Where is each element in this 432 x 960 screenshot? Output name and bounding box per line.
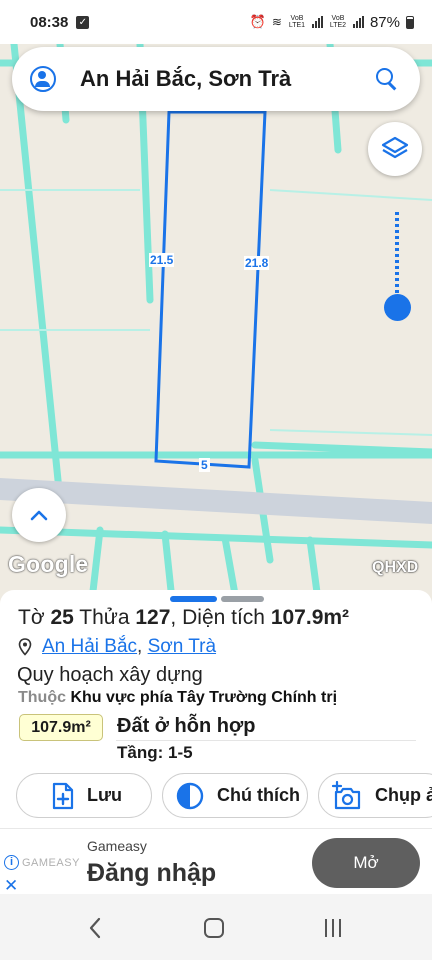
ad-brand-logo: GAMEASY bbox=[22, 857, 80, 869]
back-icon[interactable] bbox=[88, 917, 102, 939]
zoom-slider[interactable] bbox=[384, 212, 411, 324]
status-icons: ⏰ ≋ VoB LTE1 VoB LTE2 87% bbox=[250, 14, 414, 31]
network-label-1: VoB LTE1 bbox=[288, 15, 306, 29]
floor-range: Tầng: 1-5 bbox=[117, 743, 193, 762]
chevron-up-icon bbox=[30, 510, 48, 521]
signal-icon bbox=[352, 16, 364, 28]
land-use-type: Đất ở hỗn hợp bbox=[117, 715, 256, 737]
sheet-number: 25 bbox=[50, 606, 74, 629]
signal-icon bbox=[311, 16, 323, 28]
planning-title: Quy hoạch xây dựng bbox=[17, 664, 203, 686]
ad-close-icon[interactable]: ✕ bbox=[4, 876, 18, 896]
search-query[interactable]: An Hải Bắc, Sơn Trà bbox=[80, 66, 376, 92]
layers-icon bbox=[381, 136, 409, 159]
location-pin-icon bbox=[18, 638, 32, 656]
zoom-slider-track[interactable] bbox=[395, 212, 399, 304]
sheet-label: Tờ bbox=[18, 606, 45, 629]
account-icon[interactable] bbox=[30, 66, 56, 92]
parcel-address: An Hải Bắc, Sơn Trà bbox=[18, 636, 216, 658]
planning-zone-name: Khu vực phía Tây Trường Chính trị bbox=[70, 689, 338, 706]
layers-button[interactable] bbox=[368, 122, 422, 176]
ward-link[interactable]: An Hải Bắc bbox=[42, 636, 137, 658]
save-button-label: Lưu bbox=[87, 785, 123, 805]
contrast-icon bbox=[176, 782, 204, 809]
photo-button-label: Chụp ả bbox=[375, 785, 432, 805]
ad-info-icon[interactable]: i bbox=[4, 855, 19, 870]
add-file-icon bbox=[52, 782, 74, 809]
planning-zone: Thuộc Khu vực phía Tây Trường Chính trị bbox=[18, 689, 337, 707]
sheet-page-indicator[interactable] bbox=[170, 596, 264, 602]
parcel-edge-label-left: 21.5 bbox=[149, 253, 175, 267]
photo-button[interactable]: Chụp ả bbox=[318, 773, 432, 818]
home-icon[interactable] bbox=[204, 918, 224, 938]
plot-number: 127 bbox=[135, 606, 171, 629]
expand-sheet-button[interactable] bbox=[12, 488, 66, 542]
search-bar[interactable]: An Hải Bắc, Sơn Trà bbox=[12, 47, 420, 111]
notification-check-icon: ✓ bbox=[76, 15, 90, 29]
status-time: 08:38 bbox=[30, 13, 69, 31]
ad-sponsor: Gameasy bbox=[87, 838, 147, 854]
zoom-slider-knob[interactable] bbox=[384, 294, 411, 321]
save-button[interactable]: Lưu bbox=[16, 773, 152, 818]
add-camera-icon bbox=[331, 780, 361, 809]
legend-button-label: Chú thích bbox=[217, 785, 300, 805]
google-logo: Google bbox=[8, 551, 89, 577]
alarm-icon: ⏰ bbox=[249, 14, 266, 29]
legend-button[interactable]: Chú thích bbox=[162, 773, 308, 818]
overlay-tag: QHXD bbox=[372, 559, 419, 576]
wifi-icon: ≋ bbox=[271, 15, 282, 29]
ad-headline[interactable]: Đăng nhập bbox=[87, 859, 216, 888]
plot-label: Thửa bbox=[79, 606, 130, 629]
recent-apps-icon[interactable] bbox=[325, 919, 341, 937]
ad-open-button[interactable]: Mở bbox=[312, 838, 420, 888]
area-label: Diện tích bbox=[182, 606, 265, 629]
parcel-edge-label-bottom: 5 bbox=[199, 458, 210, 472]
battery-icon bbox=[406, 15, 414, 29]
status-bar: 08:38 ✓ ⏰ ≋ VoB LTE1 VoB LTE2 87% bbox=[0, 0, 432, 44]
divider bbox=[116, 740, 416, 741]
search-icon[interactable] bbox=[376, 68, 398, 90]
page-indicator-inactive bbox=[221, 596, 264, 602]
parcel-edge-label-right: 21.8 bbox=[244, 256, 270, 270]
area-badge: 107.9m² bbox=[19, 714, 103, 741]
system-nav-bar bbox=[0, 894, 432, 960]
ad-banner[interactable]: i ✕ GAMEASY Gameasy Đăng nhập Mở bbox=[0, 828, 432, 896]
planning-zone-label: Thuộc bbox=[18, 689, 66, 706]
page-indicator-active bbox=[170, 596, 217, 602]
network-label-2: VoB LTE2 bbox=[329, 15, 347, 29]
district-link[interactable]: Sơn Trà bbox=[148, 636, 216, 658]
parcel-summary: Tờ 25 Thửa 127, Diện tích 107.9m² bbox=[18, 606, 350, 629]
parcel-area: 107.9m² bbox=[270, 606, 350, 629]
battery-level: 87% bbox=[369, 13, 400, 31]
